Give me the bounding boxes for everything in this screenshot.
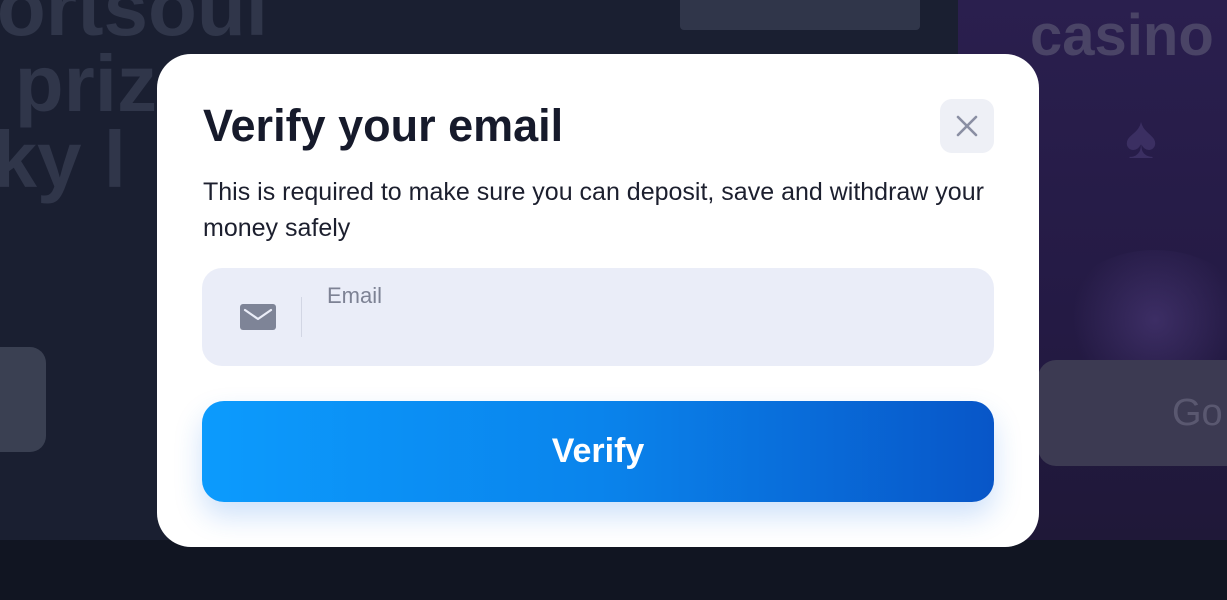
verify-email-modal: Verify your email This is required to ma… <box>157 54 1039 547</box>
close-button[interactable] <box>940 99 994 153</box>
close-icon <box>956 115 978 137</box>
email-input[interactable] <box>327 314 967 348</box>
mail-icon <box>240 304 278 331</box>
email-label: Email <box>327 283 383 308</box>
background-promo-block <box>680 0 920 30</box>
background-right-heading: casino <box>1030 3 1214 68</box>
background-spade-icon: ♠ <box>1125 104 1157 171</box>
background-go-button: Go <box>1038 360 1227 466</box>
modal-title: Verify your email <box>203 100 564 151</box>
background-footer-strip <box>0 540 1227 600</box>
verify-button[interactable]: Verify <box>202 401 994 502</box>
background-left-button <box>0 347 46 452</box>
email-field[interactable]: Email <box>202 268 994 366</box>
field-divider <box>301 297 302 337</box>
modal-description: This is required to make sure you can de… <box>203 178 984 242</box>
